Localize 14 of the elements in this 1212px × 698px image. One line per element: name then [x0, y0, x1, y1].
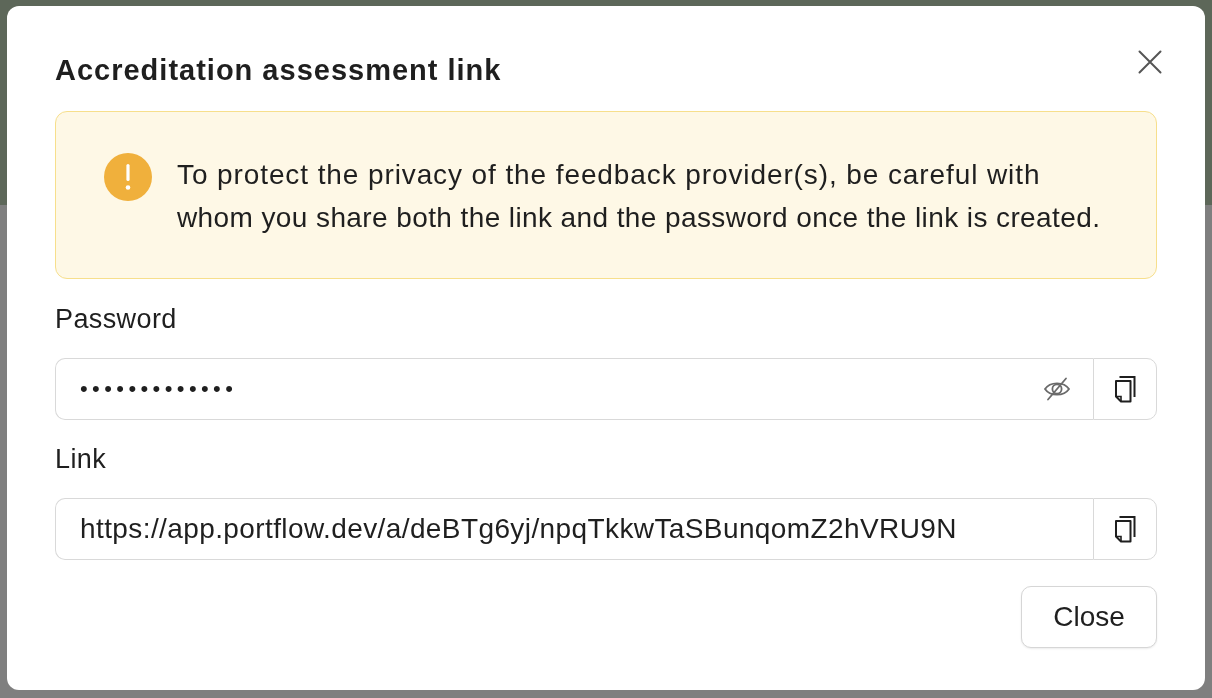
field-label: Link — [55, 444, 107, 474]
close-button[interactable]: Close — [1021, 586, 1157, 648]
warning-text: To protect the privacy of the feedback provider(s), be careful with whom you share both the link and the password once the link is created. — [177, 158, 1102, 235]
eye-slash-icon[interactable] — [1043, 377, 1071, 401]
copy-button[interactable] — [1093, 358, 1157, 420]
copy-button[interactable] — [1093, 498, 1157, 560]
dialog-title: Accreditation assessment link — [55, 54, 502, 86]
password-field[interactable]: ••••••••••••• — [55, 358, 1093, 420]
copy-icon — [1113, 375, 1137, 403]
field-label: Password — [55, 304, 177, 334]
warning-icon — [104, 153, 152, 201]
link-field[interactable]: https://app.portflow.dev/a/deBTg6yj/npqTkkwTaSBunqomZ2hVRU9N — [55, 498, 1093, 560]
copy-icon — [1113, 515, 1137, 543]
close-icon[interactable] — [1138, 50, 1162, 74]
